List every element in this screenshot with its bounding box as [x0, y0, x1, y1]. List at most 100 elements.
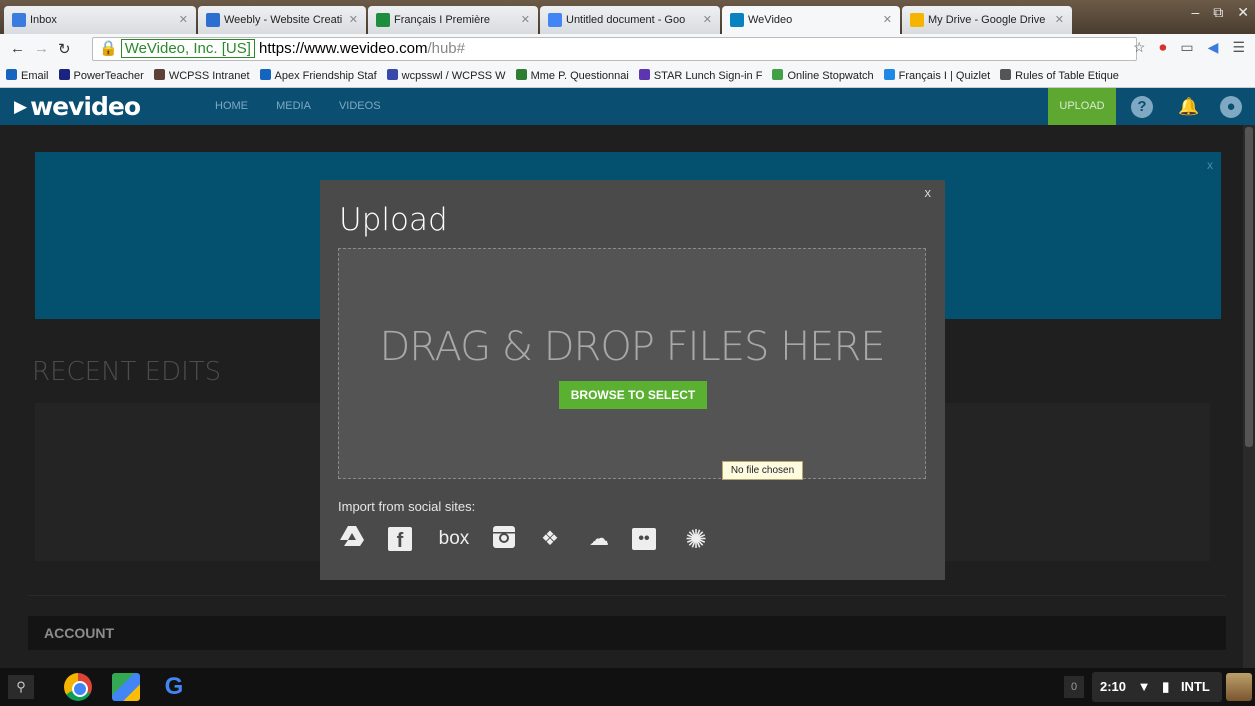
close-icon[interactable]: ✕ [703, 6, 712, 34]
wifi-icon: ▼ [1137, 679, 1151, 694]
tab-francais[interactable]: Français I Première ✕ [368, 6, 538, 34]
bookmark-item[interactable]: WCPSS Intranet [153, 64, 250, 87]
nav-media[interactable]: MEDIA [276, 100, 311, 112]
dropbox-icon[interactable]: ❖ [536, 525, 564, 553]
bookmark-item[interactable]: Apex Friendship Staf [259, 64, 377, 87]
tab-label: Français I Première [394, 14, 490, 26]
bookmark-item[interactable]: Online Stopwatch [772, 64, 874, 87]
modal-title: Upload [339, 202, 448, 238]
chrome-icon[interactable] [64, 673, 92, 701]
tab-label: Weebly - Website Creati [224, 14, 343, 26]
toolbar-actions: ☆ ⏺ ▭ ◀ ☰ [1119, 39, 1245, 56]
scrollbar[interactable] [1243, 125, 1255, 668]
clock: 2:10 [1100, 679, 1127, 694]
bookmark-label: Mme P. Questionnai [530, 70, 629, 82]
picasa-icon[interactable]: ✺ [682, 525, 710, 553]
drop-zone[interactable]: DRAG & DROP FILES HERE BROWSE TO SELECT [338, 248, 926, 479]
url-path: /hub# [427, 40, 465, 57]
browser-toolbar: ← → ↻ 🔒 WeVideo, Inc. [US] https://www.we… [0, 34, 1255, 64]
address-bar[interactable]: 🔒 WeVideo, Inc. [US] https://www.wevideo.… [92, 37, 1137, 61]
weebly-icon [206, 13, 220, 27]
close-icon[interactable]: ✕ [179, 6, 188, 34]
facebook-icon[interactable]: f [388, 527, 412, 552]
bookmark-icon [638, 69, 650, 80]
maps-icon[interactable] [112, 673, 140, 701]
tab-drive[interactable]: My Drive - Google Drive ✕ [902, 6, 1072, 34]
logo-text: wevideo [30, 92, 141, 121]
upload-modal: Upload x DRAG & DROP FILES HERE BROWSE T… [320, 180, 945, 580]
tab-label: Inbox [30, 14, 57, 26]
bookmark-item[interactable]: PowerTeacher [58, 64, 144, 87]
close-icon[interactable]: ✕ [349, 6, 358, 34]
bell-icon[interactable]: 🔔 [1178, 96, 1200, 118]
bookmark-item[interactable]: wcpsswl / WCPSS W [386, 64, 506, 87]
nav-home[interactable]: HOME [215, 100, 248, 112]
bookmark-label: Rules of Table Etique [1015, 70, 1119, 82]
tab-inbox[interactable]: Inbox ✕ [4, 6, 196, 34]
status-tray[interactable]: 2:10 ▼ ▮ INTL [1092, 672, 1222, 702]
cast-icon[interactable]: ▭ [1180, 39, 1193, 55]
browser-tabstrip: Inbox ✕ Weebly - Website Creati ✕ França… [0, 0, 1255, 34]
google-drive-icon[interactable] [338, 525, 366, 553]
file-tooltip: No file chosen [722, 461, 803, 480]
forward-icon[interactable]: → [34, 40, 49, 57]
minimize-icon[interactable]: – [1191, 4, 1199, 20]
url-main: https://www.wevideo.com [259, 40, 428, 57]
bookmark-item[interactable]: STAR Lunch Sign-in F [638, 64, 762, 87]
modal-close-icon[interactable]: x [925, 185, 932, 200]
bookmark-item[interactable]: Mme P. Questionnai [515, 64, 629, 87]
close-icon[interactable]: ✕ [1055, 6, 1064, 34]
user-avatar[interactable] [1226, 673, 1252, 701]
wevideo-icon [730, 13, 744, 27]
close-window-icon[interactable]: ✕ [1237, 4, 1249, 20]
bookmark-label: Online Stopwatch [787, 70, 874, 82]
scroll-thumb[interactable] [1245, 127, 1253, 447]
instagram-icon[interactable] [490, 525, 518, 553]
close-icon[interactable]: ✕ [521, 6, 530, 34]
bookmark-label: Français I | Quizlet [898, 70, 991, 82]
maximize-icon[interactable]: ⧉ [1213, 4, 1223, 20]
bookmark-icon [515, 69, 527, 80]
nav-videos[interactable]: VIDEOS [339, 100, 381, 112]
account-section[interactable]: ACCOUNT [28, 616, 1226, 650]
bookmark-label: PowerTeacher [73, 70, 144, 82]
bookmark-icon [386, 69, 398, 80]
bookmark-label: Apex Friendship Staf [274, 70, 377, 82]
help-icon[interactable]: ? [1131, 96, 1153, 118]
tab-wevideo[interactable]: WeVideo ✕ [722, 6, 900, 34]
back-icon[interactable]: ← [10, 40, 25, 57]
bookmark-item[interactable]: Français I | Quizlet [883, 64, 991, 87]
banner-close-icon[interactable]: x [1207, 158, 1213, 172]
bookmark-label: Email [21, 70, 49, 82]
launcher-search-icon[interactable]: ⚲ [8, 675, 34, 699]
bookmark-label: WCPSS Intranet [168, 70, 250, 82]
app-header: ▶ wevideo HOME MEDIA VIDEOS UPLOAD ? 🔔 ● [0, 88, 1255, 125]
flickr-icon[interactable]: •• [632, 528, 656, 550]
battery-icon: ▮ [1162, 679, 1170, 694]
megaphone-icon[interactable]: ◀ [1208, 39, 1219, 55]
bookmark-label: wcpsswl / WCPSS W [401, 70, 506, 82]
reload-icon[interactable]: ↻ [58, 40, 71, 58]
bookmark-item[interactable]: Rules of Table Etique [1000, 64, 1119, 87]
bookmarks-bar: Email PowerTeacher WCPSS Intranet Apex Frie… [0, 64, 1255, 88]
tab-weebly[interactable]: Weebly - Website Creati ✕ [198, 6, 366, 34]
browse-button[interactable]: BROWSE TO SELECT [559, 381, 707, 409]
avatar-icon[interactable]: ● [1220, 96, 1242, 118]
extension-icon[interactable]: ⏺ [1159, 39, 1166, 55]
notification-count[interactable]: 0 [1064, 676, 1084, 698]
recent-edits-heading: RECENT EDITS [32, 357, 222, 387]
bookmark-icon [259, 69, 271, 80]
onedrive-icon[interactable]: ☁ [582, 525, 616, 553]
tab-docs[interactable]: Untitled document - Goo ✕ [540, 6, 720, 34]
menu-icon[interactable]: ☰ [1232, 39, 1245, 55]
bookmark-item[interactable]: Email [6, 64, 49, 87]
star-icon[interactable]: ☆ [1133, 39, 1146, 55]
box-icon[interactable]: box [434, 525, 474, 553]
divider [28, 595, 1226, 596]
tab-label: WeVideo [748, 14, 793, 26]
close-icon[interactable]: ✕ [883, 6, 892, 34]
docs-icon [548, 13, 562, 27]
logo[interactable]: ▶ wevideo [14, 92, 141, 121]
google-icon[interactable]: G [160, 673, 188, 701]
upload-button[interactable]: UPLOAD [1048, 88, 1116, 125]
